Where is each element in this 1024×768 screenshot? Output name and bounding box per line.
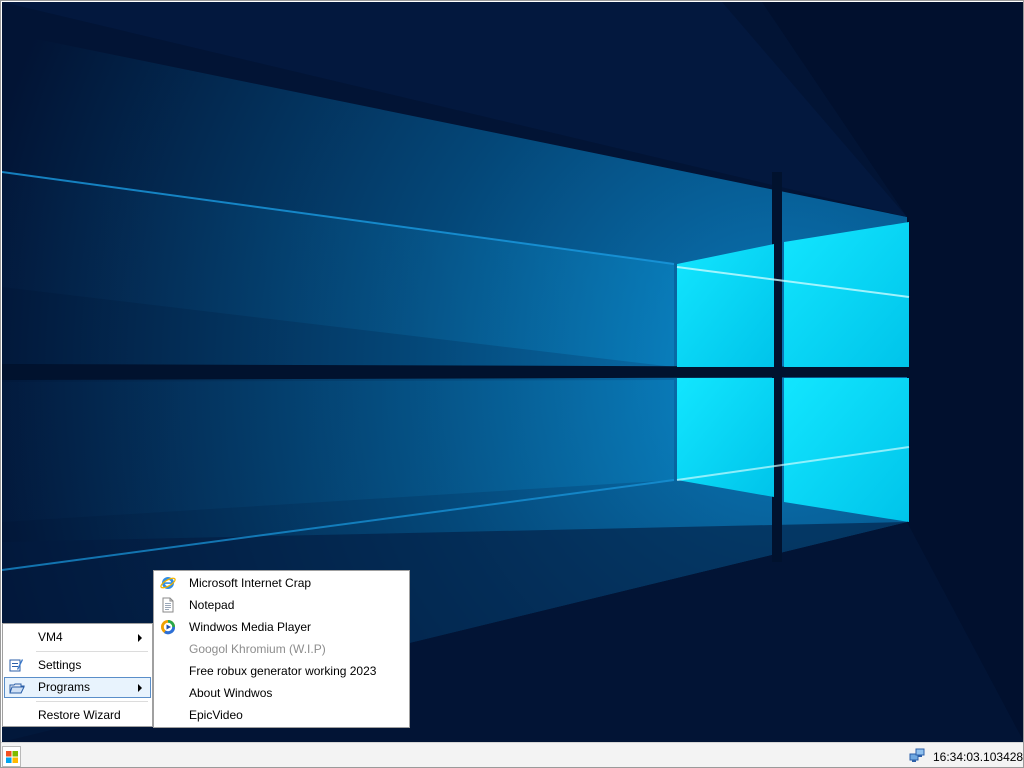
program-item-label: About Windwos [189, 686, 273, 700]
settings-icon [8, 657, 24, 673]
start-menu-item-label: VM4 [38, 630, 63, 644]
taskbar-clock: 16:34:03.1034284 [933, 750, 1024, 764]
notepad-icon [160, 597, 176, 613]
program-item-label: Microsoft Internet Crap [189, 576, 312, 590]
start-menu: VM4 Settings Programs Restore Wizard [2, 623, 153, 727]
program-item-media-player[interactable]: Windwos Media Player [155, 616, 408, 638]
program-item-label: Free robux generator working 2023 [189, 664, 377, 678]
menu-separator [36, 701, 148, 702]
program-item-epicvideo[interactable]: EpicVideo [155, 704, 408, 726]
program-item-internet[interactable]: Microsoft Internet Crap [155, 572, 408, 594]
programs-folder-icon [9, 680, 25, 696]
windows-logo-icon [6, 751, 18, 763]
taskbar: 16:34:03.1034284 [1, 742, 1024, 767]
media-player-icon [160, 619, 176, 635]
start-menu-item-label: Settings [38, 658, 82, 672]
start-menu-item-restore-wizard[interactable]: Restore Wizard [4, 705, 151, 726]
start-menu-item-label: Restore Wizard [38, 708, 121, 722]
menu-separator [36, 651, 148, 652]
program-item-label: Windwos Media Player [189, 620, 312, 634]
network-icon[interactable] [909, 748, 926, 764]
program-item-khromium: Googol Khromium (W.I.P) [155, 638, 408, 660]
program-item-label: Notepad [189, 598, 235, 612]
screen: VM4 Settings Programs Restore Wizard Mic… [0, 0, 1024, 768]
program-item-label: EpicVideo [189, 708, 243, 722]
submenu-arrow-icon [138, 634, 142, 642]
internet-explorer-icon [160, 575, 176, 591]
programs-submenu: Microsoft Internet Crap Notepad Windwos … [153, 570, 410, 728]
start-menu-item-label: Programs [38, 680, 91, 694]
start-menu-item-settings[interactable]: Settings [4, 655, 151, 676]
program-item-about[interactable]: About Windwos [155, 682, 408, 704]
start-button[interactable] [2, 746, 21, 767]
program-item-notepad[interactable]: Notepad [155, 594, 408, 616]
program-item-label: Googol Khromium (W.I.P) [189, 642, 326, 656]
program-item-robux-generator[interactable]: Free robux generator working 2023 [155, 660, 408, 682]
start-menu-item-vm4[interactable]: VM4 [4, 627, 151, 648]
start-menu-item-programs[interactable]: Programs [4, 677, 151, 698]
submenu-arrow-icon [138, 684, 142, 692]
